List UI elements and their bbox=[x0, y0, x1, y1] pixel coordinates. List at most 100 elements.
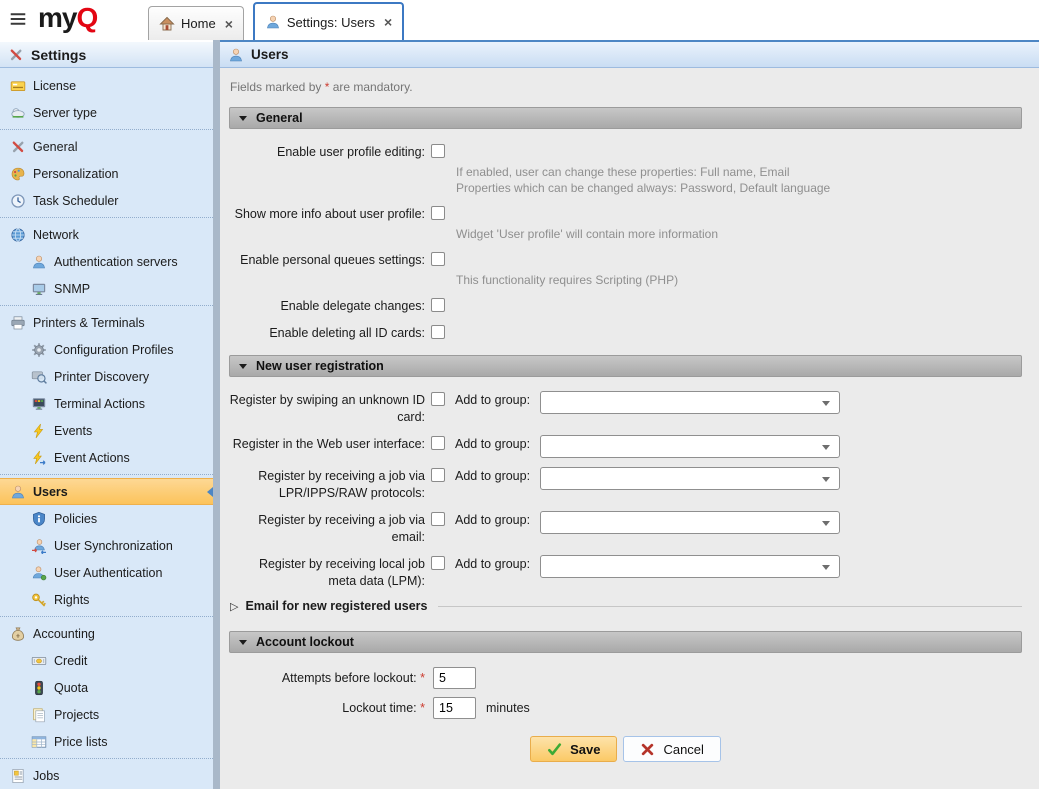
sidebar-item-label: License bbox=[33, 79, 76, 93]
sidebar-item-policies[interactable]: Policies bbox=[0, 505, 213, 532]
user-sync-icon bbox=[31, 538, 47, 554]
save-button[interactable]: Save bbox=[530, 736, 617, 762]
table-icon bbox=[31, 734, 47, 750]
enable-user-profile-editing-checkbox[interactable] bbox=[431, 144, 445, 158]
section-title: General bbox=[256, 111, 303, 125]
sidebar-item-printer-discovery[interactable]: Printer Discovery bbox=[0, 363, 213, 390]
menu-icon[interactable] bbox=[10, 11, 26, 27]
sidebar-item-label: Users bbox=[33, 485, 68, 499]
attempts-before-lockout-input[interactable] bbox=[433, 667, 476, 689]
sidebar-item-network[interactable]: Network bbox=[0, 221, 213, 248]
settings-icon bbox=[8, 47, 24, 63]
sidebar-item-printers-terminals[interactable]: Printers & Terminals bbox=[0, 309, 213, 336]
section-new-user-registration[interactable]: New user registration bbox=[229, 355, 1022, 377]
sidebar-item-label: Network bbox=[33, 228, 79, 242]
sidebar-item-users[interactable]: Users bbox=[0, 478, 213, 505]
sidebar-item-authentication-servers[interactable]: Authentication servers bbox=[0, 248, 213, 275]
sidebar-item-general[interactable]: General bbox=[0, 133, 213, 160]
register-web-interface-group-select[interactable] bbox=[540, 435, 840, 458]
top-bar: myQ Home × Settings: Users × bbox=[0, 0, 1039, 40]
close-icon[interactable]: × bbox=[225, 17, 233, 31]
form-row: Register by receiving a job via email:Ad… bbox=[229, 511, 1022, 546]
sidebar-item-price-lists[interactable]: Price lists bbox=[0, 728, 213, 755]
field-label: Register by swiping an unknown ID card: bbox=[229, 391, 425, 426]
sidebar-item-personalization[interactable]: Personalization bbox=[0, 160, 213, 187]
settings-sidebar: Settings License Server type GeneralPerson… bbox=[0, 40, 213, 789]
divider-line bbox=[438, 606, 1022, 607]
field-label: Enable deleting all ID cards: bbox=[229, 324, 425, 342]
register-email-checkbox[interactable] bbox=[431, 512, 445, 526]
enable-deleting-id-cards-checkbox[interactable] bbox=[431, 325, 445, 339]
sidebar-item-label: Accounting bbox=[33, 627, 95, 641]
sidebar-item-label: Quota bbox=[54, 681, 88, 695]
show-more-info-checkbox[interactable] bbox=[431, 206, 445, 220]
sidebar-item-task-scheduler[interactable]: Task Scheduler bbox=[0, 187, 213, 214]
sidebar-item-rights[interactable]: Rights bbox=[0, 586, 213, 613]
sidebar-item-credit[interactable]: Credit bbox=[0, 647, 213, 674]
sidebar-item-license[interactable]: License bbox=[0, 72, 213, 99]
mandatory-note: Fields marked by * are mandatory. bbox=[230, 80, 1022, 94]
sidebar-separator bbox=[0, 217, 213, 218]
sidebar-item-events[interactable]: Events bbox=[0, 417, 213, 444]
register-lpr-ipps-raw-checkbox[interactable] bbox=[431, 468, 445, 482]
sidebar-item-label: Rights bbox=[54, 593, 89, 607]
sidebar-item-server-type[interactable]: Server type bbox=[0, 99, 213, 126]
sidebar-item-accounting[interactable]: Accounting bbox=[0, 620, 213, 647]
register-lpm-group-select[interactable] bbox=[540, 555, 840, 578]
section-account-lockout[interactable]: Account lockout bbox=[229, 631, 1022, 653]
key-icon bbox=[31, 592, 47, 608]
field-label: Enable delegate changes: bbox=[229, 297, 425, 315]
email-for-new-registered-users-section[interactable]: ▷ Email for new registered users bbox=[230, 599, 1022, 613]
sidebar-item-label: Jobs bbox=[33, 769, 59, 783]
check-icon bbox=[547, 742, 562, 757]
sidebar-item-label: Printer Discovery bbox=[54, 370, 149, 384]
field-label: Register by receiving local job meta dat… bbox=[229, 555, 425, 590]
sidebar-item-configuration-profiles[interactable]: Configuration Profiles bbox=[0, 336, 213, 363]
sidebar-item-user-authentication[interactable]: User Authentication bbox=[0, 559, 213, 586]
sidebar-item-event-actions[interactable]: Event Actions bbox=[0, 444, 213, 471]
clock-icon bbox=[10, 193, 26, 209]
register-unknown-id-card-group-select[interactable] bbox=[540, 391, 840, 414]
sidebar-item-user-synchronization[interactable]: User Synchronization bbox=[0, 532, 213, 559]
register-unknown-id-card-checkbox[interactable] bbox=[431, 392, 445, 406]
lockout-time-input[interactable] bbox=[433, 697, 476, 719]
sidebar-item-projects[interactable]: Projects bbox=[0, 701, 213, 728]
tools-icon bbox=[10, 139, 26, 155]
tab-home[interactable]: Home × bbox=[148, 6, 244, 40]
sidebar-item-terminal-actions[interactable]: Terminal Actions bbox=[0, 390, 213, 417]
section-general[interactable]: General bbox=[229, 107, 1022, 129]
cancel-button[interactable]: Cancel bbox=[623, 736, 720, 762]
panel-divider[interactable] bbox=[213, 40, 220, 789]
sidebar-item-label: Authentication servers bbox=[54, 255, 178, 269]
form-row: Enable deleting all ID cards: bbox=[229, 324, 1022, 342]
unit-label: minutes bbox=[486, 701, 530, 715]
sidebar-item-jobs[interactable]: Jobs bbox=[0, 762, 213, 789]
sidebar-item-snmp[interactable]: SNMP bbox=[0, 275, 213, 302]
myq-logo: myQ bbox=[38, 2, 97, 34]
collapse-triangle-icon bbox=[239, 116, 247, 121]
user-icon bbox=[228, 47, 244, 63]
sidebar-item-label: Terminal Actions bbox=[54, 397, 145, 411]
tab-label: Settings: Users bbox=[287, 15, 375, 30]
form-row: Register in the Web user interface:Add t… bbox=[229, 435, 1022, 458]
user-icon bbox=[31, 254, 47, 270]
subsection-title: Email for new registered users bbox=[245, 599, 427, 613]
register-web-interface-checkbox[interactable] bbox=[431, 436, 445, 450]
register-lpm-checkbox[interactable] bbox=[431, 556, 445, 570]
close-icon[interactable]: × bbox=[384, 15, 392, 29]
register-lpr-ipps-raw-group-select[interactable] bbox=[540, 467, 840, 490]
help-text: Properties which can be changed always: … bbox=[456, 180, 1022, 196]
chevron-down-icon bbox=[822, 521, 830, 526]
form-row: Enable delegate changes: bbox=[229, 297, 1022, 315]
sidebar-item-quota[interactable]: Quota bbox=[0, 674, 213, 701]
tab-bar: Home × Settings: Users × bbox=[148, 2, 404, 40]
sidebar-item-label: Price lists bbox=[54, 735, 107, 749]
help-text: If enabled, user can change these proper… bbox=[456, 164, 1022, 180]
register-email-group-select[interactable] bbox=[540, 511, 840, 534]
lightning-icon bbox=[31, 423, 47, 439]
field-label: Lockout time: * bbox=[229, 699, 425, 717]
sidebar-title-label: Settings bbox=[31, 47, 86, 63]
enable-personal-queues-checkbox[interactable] bbox=[431, 252, 445, 266]
enable-delegate-changes-checkbox[interactable] bbox=[431, 298, 445, 312]
tab-settings-users[interactable]: Settings: Users × bbox=[253, 2, 404, 40]
